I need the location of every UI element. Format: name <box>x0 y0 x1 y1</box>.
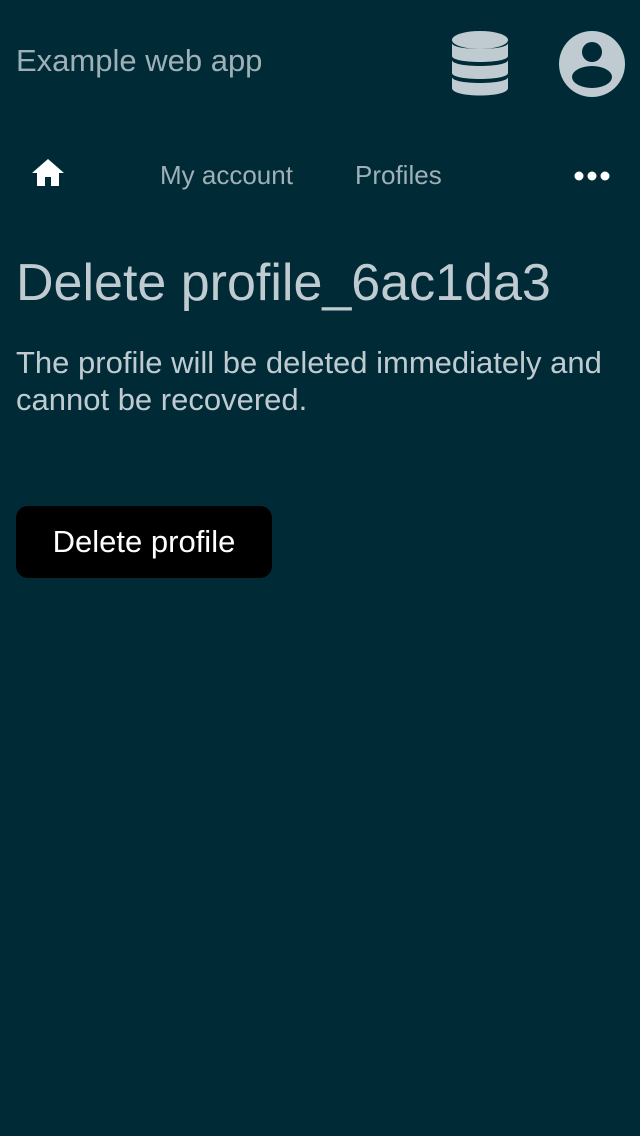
home-icon[interactable] <box>28 154 68 194</box>
app-header: Example web app <box>0 0 640 124</box>
nav-item-profiles[interactable]: Profiles <box>355 158 442 192</box>
app-title[interactable]: Example web app <box>16 42 262 80</box>
more-horizontal-icon[interactable] <box>570 164 614 188</box>
delete-warning-text: The profile will be deleted immediately … <box>16 345 602 417</box>
page-title: Delete profile_6ac1da3 <box>16 254 551 312</box>
nav-item-my-account[interactable]: My account <box>160 158 293 192</box>
account-circle-icon[interactable] <box>558 30 626 98</box>
database-icon[interactable] <box>450 30 510 98</box>
delete-profile-button[interactable]: Delete profile <box>16 506 272 578</box>
main-navigation: My account Profiles <box>0 140 640 210</box>
